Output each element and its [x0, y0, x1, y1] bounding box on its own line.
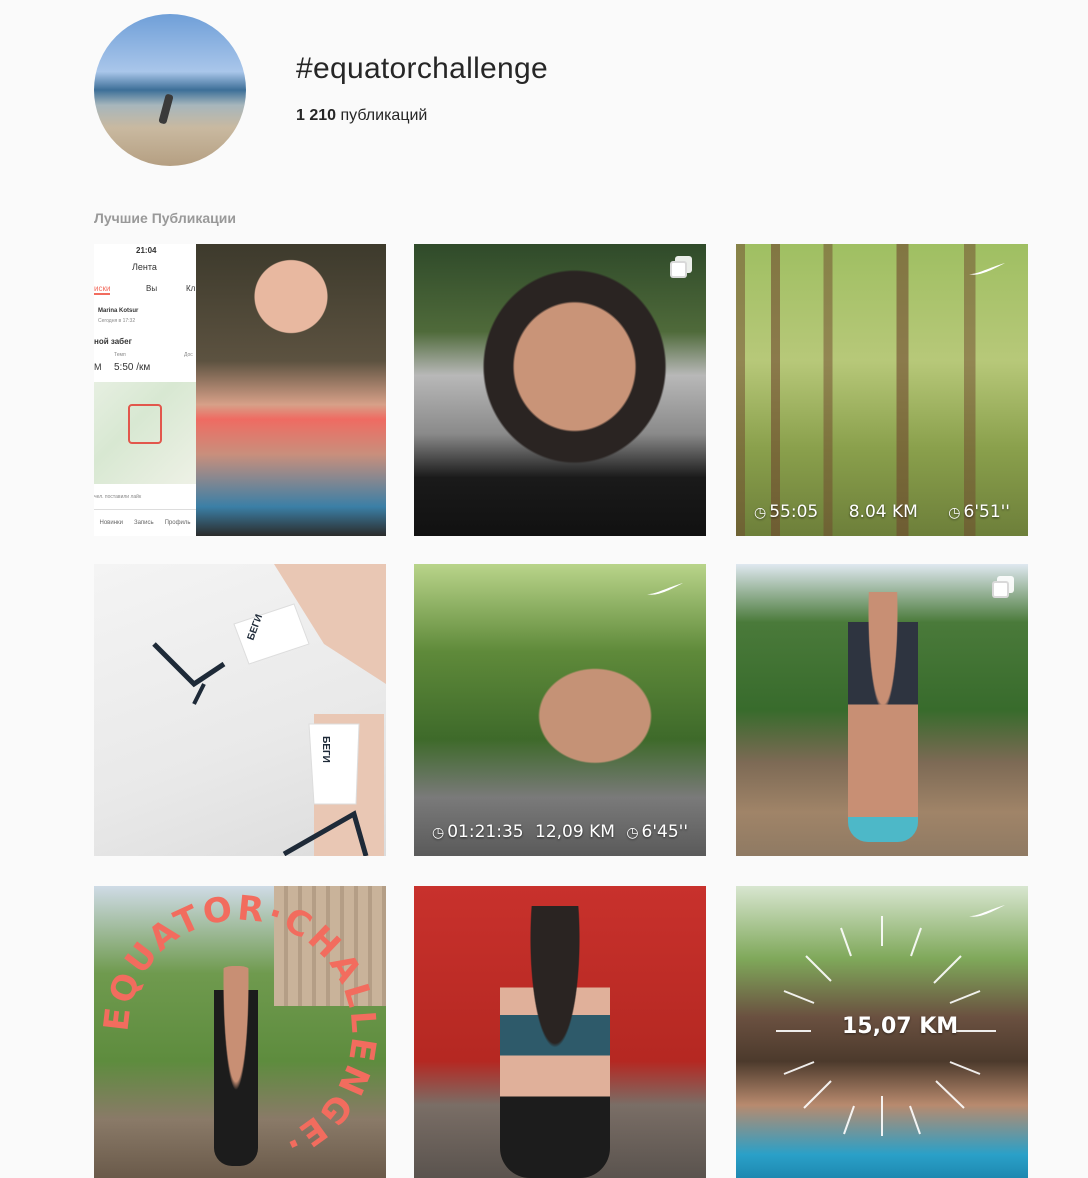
run-stats-overlay: ◷ 55:05 8.04 KM ◷ 6'51'' — [736, 502, 1028, 522]
phone-bottom-tab-record: Запись — [133, 520, 154, 526]
hashtag-header: #equatorchallenge 1 210 публикаций — [0, 0, 1088, 190]
phone-tabbar: Новинки Запись Профиль — [94, 509, 196, 536]
phone-likes-text: чел. поставили лайк — [94, 494, 142, 500]
hashtag-avatar — [94, 14, 246, 166]
post-tile-7[interactable]: EQUATOR·CHALLENGE· — [94, 886, 386, 1178]
post-tile-4[interactable]: БЕГИ БЕГИ — [94, 564, 386, 856]
distance-overlay: 15,07 KM — [842, 1014, 959, 1039]
phone-map — [94, 382, 196, 484]
phone-tab-0: иски — [94, 284, 111, 295]
equator-challenge-ring-text: EQUATOR·CHALLENGE· — [96, 888, 383, 1165]
run-distance: 12,09 KM — [535, 822, 615, 842]
post-tile-3[interactable]: ◷ 55:05 8.04 KM ◷ 6'51'' — [736, 244, 1028, 536]
post-count: 1 210 публикаций — [296, 107, 427, 125]
svg-text:EQUATOR·CHALLENGE·: EQUATOR·CHALLENGE· — [96, 888, 383, 1165]
phone-time: 21:04 — [136, 246, 157, 255]
nike-swoosh-icon — [647, 583, 683, 595]
avatar-runner-figure — [158, 93, 174, 125]
clock-icon: ◷ — [754, 505, 767, 521]
run-time: ◷ 01:21:35 — [432, 822, 524, 842]
clock-icon: ◷ — [432, 825, 445, 841]
post-tile-9[interactable]: 15,07 KM — [736, 886, 1028, 1178]
phone-dist-label: Дос — [184, 352, 193, 358]
post-tile-2[interactable] — [414, 244, 706, 536]
nike-swoosh-icon — [969, 263, 1005, 275]
runner-figure — [848, 592, 918, 842]
heels-socks-illustration — [152, 564, 386, 856]
phone-bottom-tab-news: Новинки — [99, 520, 123, 526]
phone-tab-2: Кл — [186, 284, 196, 293]
selfie-figure — [500, 906, 610, 1178]
sock-text-bottom: БЕГИ — [319, 736, 331, 763]
phone-run-title: ной забег — [94, 337, 132, 346]
multiple-photos-icon — [992, 576, 1014, 598]
run-pace: ◷ 6'45'' — [626, 822, 688, 842]
map-route — [128, 404, 162, 444]
phone-pace-label: Темп — [114, 352, 126, 358]
phone-bottom-tab-profile: Профиль — [164, 520, 191, 526]
post-count-number: 1 210 — [296, 107, 337, 124]
phone-screenshot: 21:04 Лента иски Вы Кл Marina Kotsur Сег… — [94, 244, 196, 536]
phone-date: Сегодня в 17:32 — [98, 318, 136, 324]
run-stats-overlay: ◷ 01:21:35 12,09 KM ◷ 6'45'' — [414, 822, 706, 842]
selfie-photo — [196, 244, 386, 536]
phone-pace-value: 5:50 /км — [114, 362, 151, 373]
run-time: ◷ 55:05 — [754, 502, 819, 522]
post-count-label: публикаций — [340, 107, 428, 124]
clock-icon: ◷ — [626, 825, 639, 841]
run-pace: ◷ 6'51'' — [948, 502, 1010, 522]
phone-pace-unit: М — [94, 362, 102, 372]
top-posts-heading: Лучшие Публикации — [94, 210, 236, 226]
phone-user: Marina Kotsur — [98, 308, 139, 314]
phone-tab-1: Вы — [146, 284, 158, 293]
hashtag-title: #equatorchallenge — [296, 52, 548, 85]
multiple-photos-icon — [670, 256, 692, 278]
post-tile-6[interactable] — [736, 564, 1028, 856]
phone-feed-tab: Лента — [132, 262, 157, 272]
run-distance: 8.04 KM — [848, 502, 918, 522]
post-tile-5[interactable]: ◷ 01:21:35 12,09 KM ◷ 6'45'' — [414, 564, 706, 856]
clock-icon: ◷ — [948, 505, 961, 521]
post-tile-1[interactable]: 21:04 Лента иски Вы Кл Marina Kotsur Сег… — [94, 244, 386, 536]
post-tile-8[interactable] — [414, 886, 706, 1178]
